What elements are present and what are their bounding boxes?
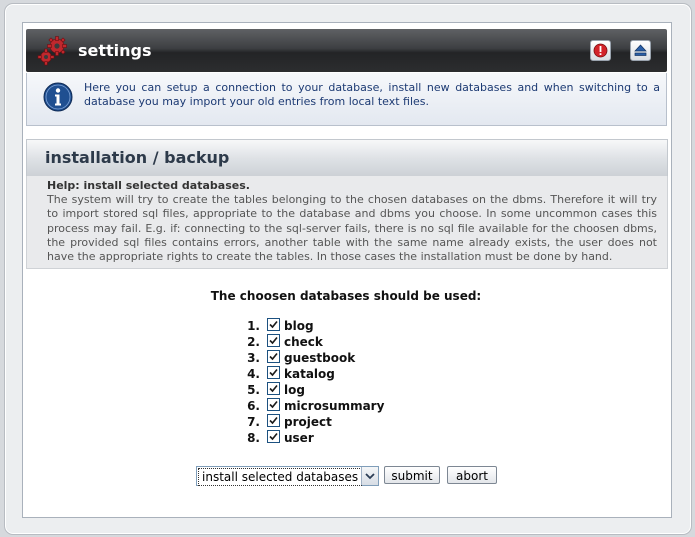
eject-icon — [634, 44, 647, 56]
section-header: installation / backup — [26, 139, 668, 177]
checkmark-icon — [269, 320, 278, 329]
checkmark-icon — [269, 432, 278, 441]
checkmark-icon — [269, 336, 278, 345]
checkbox-microsummary[interactable] — [267, 398, 280, 411]
help-box: Help: install selected databases. The sy… — [26, 176, 668, 269]
checkbox-log[interactable] — [267, 382, 280, 395]
eject-button[interactable] — [630, 40, 651, 61]
checkmark-icon — [269, 368, 278, 377]
settings-header: settings — [26, 29, 667, 72]
database-label: blog — [284, 319, 314, 333]
checkmark-icon — [269, 400, 278, 409]
info-icon — [43, 82, 73, 112]
gears-icon — [37, 35, 69, 67]
checkmark-icon — [269, 416, 278, 425]
database-label: microsummary — [284, 399, 385, 413]
database-label: log — [284, 383, 305, 397]
checkbox-guestbook[interactable] — [267, 350, 280, 363]
action-select[interactable]: install selected databases — [196, 466, 379, 486]
database-label: check — [284, 335, 323, 349]
section-title: installation / backup — [45, 148, 230, 167]
checkbox-project[interactable] — [267, 414, 280, 427]
database-question: The choosen databases should be used: — [210, 289, 482, 303]
abort-button[interactable]: abort — [447, 466, 497, 484]
info-box: Here you can setup a connection to your … — [26, 73, 667, 126]
page-title: settings — [78, 41, 152, 60]
info-alert-button[interactable] — [590, 40, 611, 61]
chevron-down-icon[interactable] — [361, 467, 378, 485]
database-label: guestbook — [284, 351, 356, 365]
checkbox-katalog[interactable] — [267, 366, 280, 379]
checkbox-check[interactable] — [267, 334, 280, 347]
action-select-value: install selected databases — [198, 468, 363, 486]
checkmark-icon — [269, 352, 278, 361]
database-label: project — [284, 415, 332, 429]
help-text: The system will try to create the tables… — [47, 193, 657, 264]
help-title: Help: install selected databases. — [47, 179, 250, 192]
checkbox-blog[interactable] — [267, 318, 280, 331]
database-label: user — [284, 431, 314, 445]
info-text: Here you can setup a connection to your … — [84, 81, 660, 108]
database-label: katalog — [284, 367, 335, 381]
checkmark-icon — [269, 384, 278, 393]
submit-button[interactable]: submit — [384, 466, 440, 484]
checkbox-user[interactable] — [267, 430, 280, 443]
info-alert-icon — [593, 43, 608, 58]
